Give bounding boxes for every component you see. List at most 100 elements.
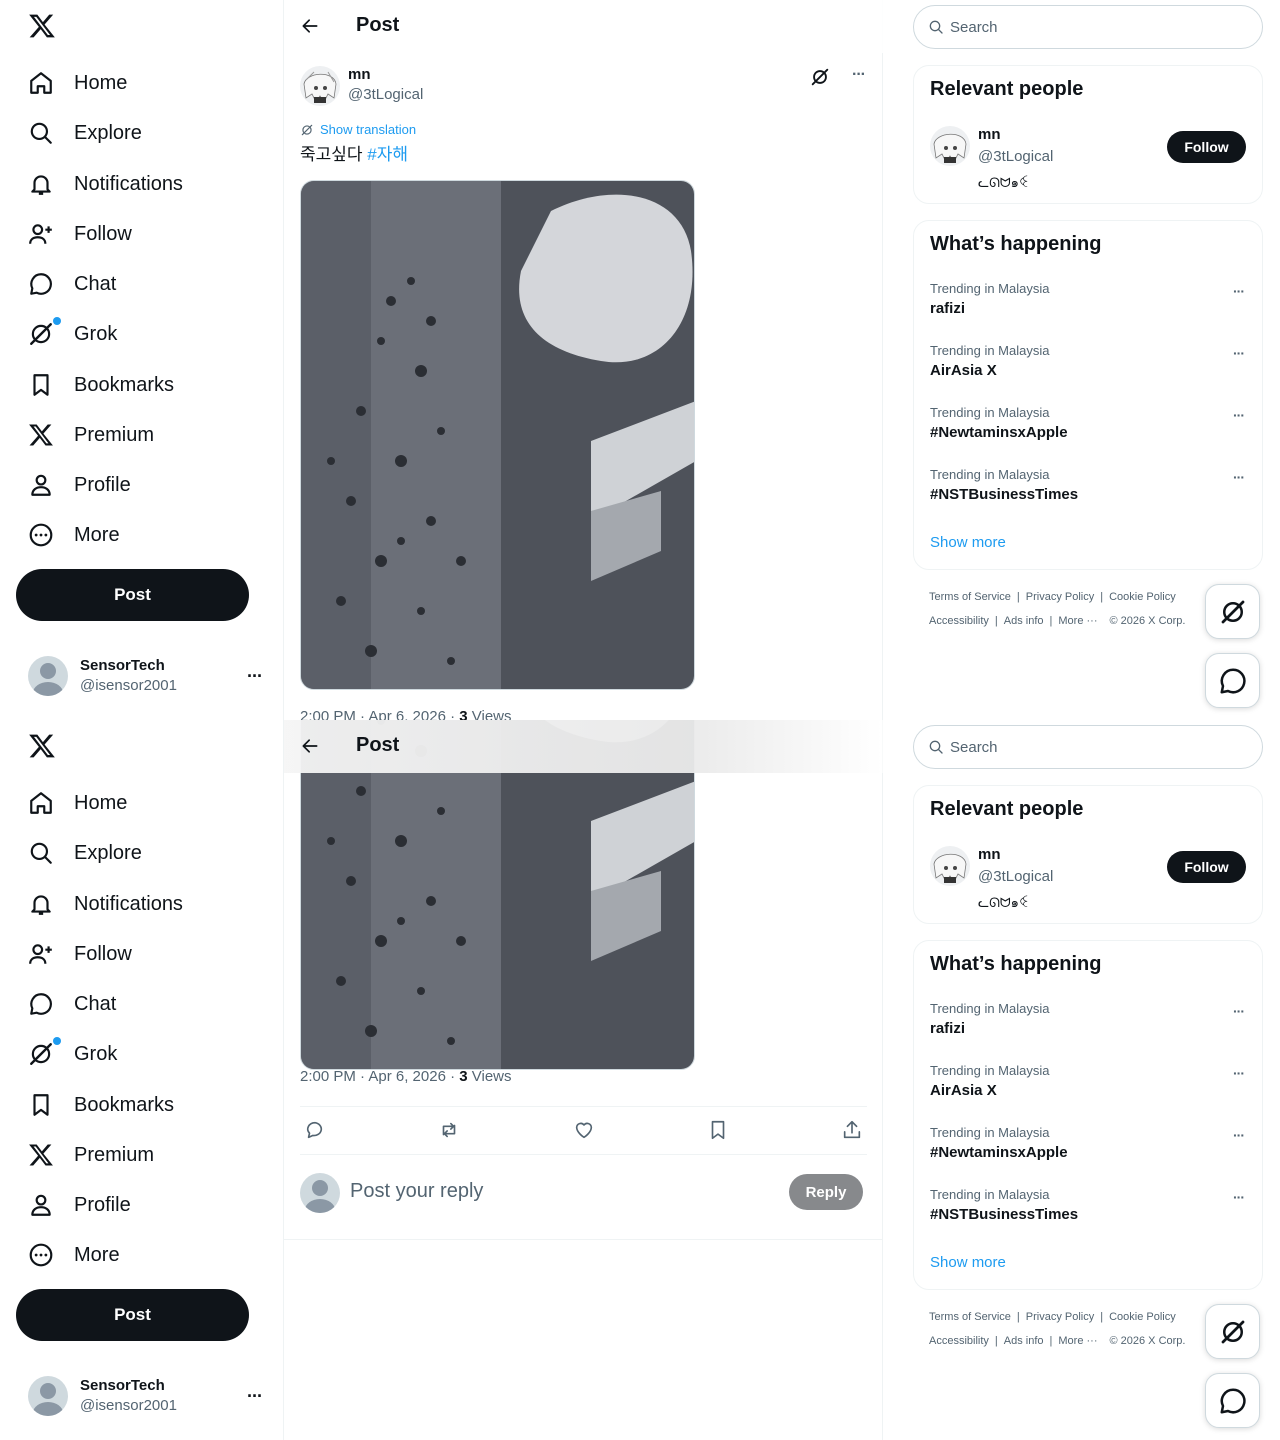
- back-button[interactable]: [296, 12, 324, 40]
- sidebar-item-bookmarks[interactable]: Bookmarks: [16, 363, 186, 407]
- more-icon[interactable]: ···: [1233, 345, 1245, 361]
- follow-button[interactable]: Follow: [1167, 851, 1246, 883]
- trend-item[interactable]: Trending in Malaysia AirAsia X ···: [914, 343, 1262, 405]
- sidebar-item-notifications[interactable]: Notifications: [16, 882, 195, 926]
- more-icon[interactable]: ···: [1233, 469, 1245, 485]
- privacy-link[interactable]: Privacy Policy: [1026, 1311, 1094, 1323]
- person-name[interactable]: mn: [978, 846, 1001, 863]
- show-more-link[interactable]: Show more: [930, 534, 1006, 551]
- post-button[interactable]: Post: [16, 569, 249, 621]
- privacy-link[interactable]: Privacy Policy: [1026, 591, 1094, 603]
- chat-float-button[interactable]: [1205, 653, 1260, 708]
- trend-item[interactable]: Trending in Malaysia #NewtaminsxApple ··…: [914, 1125, 1262, 1187]
- sidebar-item-home[interactable]: Home: [16, 61, 139, 105]
- sidebar-item-bookmarks[interactable]: Bookmarks: [16, 1083, 186, 1127]
- trend-item[interactable]: Trending in Malaysia #NSTBusinessTimes ·…: [914, 1187, 1262, 1249]
- anime-avatar-image: [930, 126, 970, 166]
- post-image[interactable]: [300, 180, 695, 690]
- ads-info-link[interactable]: Ads info: [1004, 615, 1044, 627]
- reply-input[interactable]: [350, 1173, 770, 1209]
- post-timestamp[interactable]: 2:00 PM · Apr 6, 2026 ·: [300, 708, 459, 720]
- sidebar-item-premium[interactable]: Premium: [16, 1133, 166, 1177]
- grok-float-button[interactable]: [1205, 584, 1260, 639]
- footer-more-link[interactable]: More ···: [1058, 615, 1097, 627]
- sidebar-item-chat[interactable]: Chat: [16, 262, 128, 306]
- more-icon[interactable]: ···: [247, 1386, 263, 1407]
- sidebar-item-profile[interactable]: Profile: [16, 1183, 143, 1227]
- search-input[interactable]: [950, 738, 1230, 756]
- like-icon[interactable]: [573, 1119, 595, 1141]
- accessibility-link[interactable]: Accessibility: [929, 1335, 989, 1347]
- person-handle[interactable]: @3tLogical: [978, 868, 1053, 885]
- sidebar-item-premium[interactable]: Premium: [16, 413, 166, 457]
- sidebar-item-home[interactable]: Home: [16, 781, 139, 825]
- account-switcher[interactable]: SensorTech @isensor2001 ···: [16, 1365, 274, 1427]
- trend-item[interactable]: Trending in Malaysia rafizi ···: [914, 1001, 1262, 1063]
- show-more-link[interactable]: Show more: [930, 1254, 1006, 1271]
- avatar[interactable]: [300, 66, 340, 106]
- grok-icon[interactable]: [809, 66, 831, 88]
- sidebar-item-profile[interactable]: Profile: [16, 463, 143, 507]
- more-icon[interactable]: ···: [1233, 1127, 1245, 1143]
- x-logo-icon[interactable]: [28, 732, 56, 760]
- more-icon[interactable]: ···: [1233, 1003, 1245, 1019]
- cookie-link[interactable]: Cookie Policy: [1109, 591, 1176, 603]
- trend-item[interactable]: Trending in Malaysia rafizi ···: [914, 281, 1262, 343]
- more-icon[interactable]: ···: [1233, 1189, 1245, 1205]
- repost-icon[interactable]: [438, 1119, 460, 1141]
- terms-link[interactable]: Terms of Service: [929, 591, 1011, 603]
- person-name[interactable]: mn: [978, 126, 1001, 143]
- trend-item[interactable]: Trending in Malaysia AirAsia X ···: [914, 1063, 1262, 1125]
- sidebar-item-explore[interactable]: Explore: [16, 831, 154, 875]
- more-icon[interactable]: ···: [852, 66, 866, 84]
- reply-button[interactable]: Reply: [789, 1174, 863, 1210]
- grok-icon: [30, 1043, 52, 1065]
- trend-context: Trending in Malaysia: [930, 1125, 1050, 1140]
- sidebar-item-chat[interactable]: Chat: [16, 982, 128, 1026]
- show-translation-link[interactable]: Show translation: [300, 122, 416, 137]
- grok-float-button[interactable]: [1205, 1304, 1260, 1359]
- chat-float-button[interactable]: [1205, 1373, 1260, 1428]
- sidebar-item-explore[interactable]: Explore: [16, 111, 154, 155]
- copyright: © 2026 X Corp.: [1109, 615, 1186, 627]
- bookmark-icon[interactable]: [707, 1119, 729, 1141]
- follow-button[interactable]: Follow: [1167, 131, 1246, 163]
- search-box[interactable]: [913, 725, 1263, 769]
- search-input[interactable]: [950, 18, 1230, 36]
- trend-item[interactable]: Trending in Malaysia #NewtaminsxApple ··…: [914, 405, 1262, 467]
- terms-link[interactable]: Terms of Service: [929, 1311, 1011, 1323]
- search-box[interactable]: [913, 5, 1263, 49]
- search-icon: [929, 20, 943, 34]
- sidebar-item-more[interactable]: More: [16, 513, 132, 557]
- author-name[interactable]: mn: [348, 66, 371, 83]
- avatar[interactable]: [930, 846, 970, 886]
- more-icon[interactable]: ···: [1233, 1065, 1245, 1081]
- sidebar-item-follow[interactable]: Follow: [16, 932, 144, 976]
- back-button[interactable]: [296, 732, 324, 760]
- person-handle[interactable]: @3tLogical: [978, 148, 1053, 165]
- x-logo-icon[interactable]: [28, 12, 56, 40]
- right-sidebar: Relevant people mn @3tLogical ᓚᘏᗢ๑ꒊ Foll…: [883, 0, 1280, 720]
- author-handle[interactable]: @3tLogical: [348, 86, 423, 103]
- cookie-link[interactable]: Cookie Policy: [1109, 1311, 1176, 1323]
- share-icon[interactable]: [841, 1119, 863, 1141]
- accessibility-link[interactable]: Accessibility: [929, 615, 989, 627]
- post-button[interactable]: Post: [16, 1289, 249, 1341]
- footer-more-link[interactable]: More ···: [1058, 1335, 1097, 1347]
- more-icon[interactable]: ···: [247, 666, 263, 687]
- sidebar-item-grok[interactable]: Grok: [16, 312, 129, 356]
- sidebar-item-more[interactable]: More: [16, 1233, 132, 1277]
- more-icon[interactable]: ···: [1233, 283, 1245, 299]
- avatar[interactable]: [930, 126, 970, 166]
- trend-item[interactable]: Trending in Malaysia #NSTBusinessTimes ·…: [914, 467, 1262, 529]
- sidebar-item-notifications[interactable]: Notifications: [16, 162, 195, 206]
- account-switcher[interactable]: SensorTech @isensor2001 ···: [16, 645, 274, 707]
- sidebar-item-grok[interactable]: Grok: [16, 1032, 129, 1076]
- post-detail-column: Post mn @3tLogical ··· Show translation …: [284, 0, 883, 720]
- ads-info-link[interactable]: Ads info: [1004, 1335, 1044, 1347]
- reply-icon[interactable]: [304, 1119, 326, 1141]
- more-icon[interactable]: ···: [1233, 407, 1245, 423]
- post-timestamp[interactable]: 2:00 PM · Apr 6, 2026 ·: [300, 1068, 459, 1085]
- sidebar-item-follow[interactable]: Follow: [16, 212, 144, 256]
- hashtag-link[interactable]: #자해: [367, 145, 408, 164]
